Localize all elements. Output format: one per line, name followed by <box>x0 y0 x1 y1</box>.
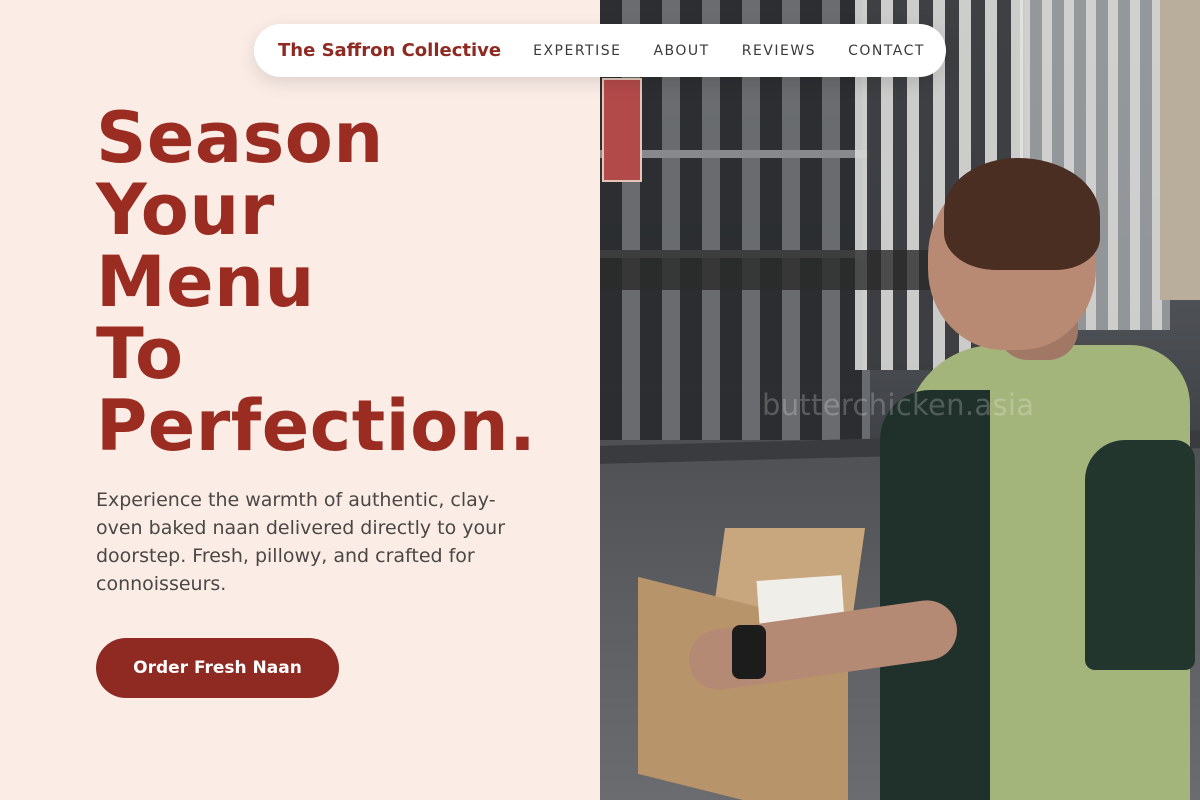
nav-link-about[interactable]: ABOUT <box>653 43 709 59</box>
headline-line: Menu <box>96 241 315 323</box>
wristwatch <box>732 625 766 679</box>
nav-link-expertise[interactable]: EXPERTISE <box>533 43 621 59</box>
hero-headline: Season Your Menu To Perfection. <box>96 102 536 462</box>
storefront-awning <box>600 250 960 290</box>
nav-link-contact[interactable]: CONTACT <box>848 43 925 59</box>
headline-line: Season <box>96 97 384 179</box>
watermark: butterchicken.asia <box>762 388 1035 422</box>
hero-left-panel: Season Your Menu To Perfection. Experien… <box>0 0 600 800</box>
brand-logo-link[interactable]: The Saffron Collective <box>278 40 501 61</box>
headline-line: To <box>96 313 184 395</box>
order-fresh-naan-button[interactable]: Order Fresh Naan <box>96 638 339 698</box>
headline-line: Perfection. <box>96 385 537 467</box>
building-far <box>1160 0 1200 300</box>
nav-link-reviews[interactable]: REVIEWS <box>742 43 816 59</box>
hair <box>944 158 1100 270</box>
top-navigation: The Saffron Collective EXPERTISE ABOUT R… <box>254 24 946 77</box>
hero-delivery-photo: butterchicken.asia <box>600 0 1200 800</box>
headline-line: Your <box>96 169 275 251</box>
hero-description: Experience the warmth of authentic, clay… <box>96 489 506 595</box>
hanging-banner <box>602 78 642 182</box>
nav-links: EXPERTISE ABOUT REVIEWS CONTACT <box>533 43 925 59</box>
sleeve-right <box>1085 440 1195 670</box>
